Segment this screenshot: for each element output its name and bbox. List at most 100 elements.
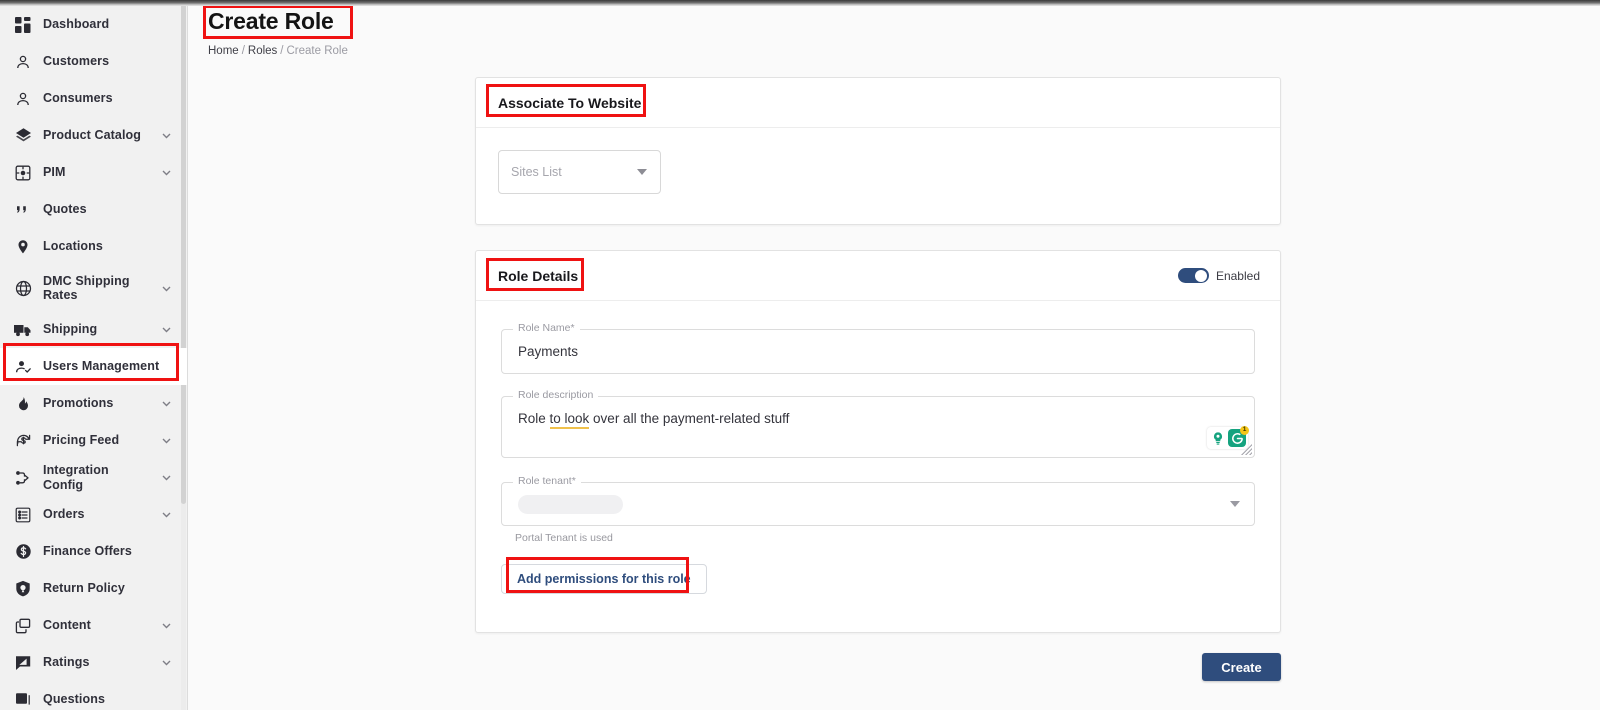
grammarly-idea-icon[interactable] [1209, 429, 1227, 447]
breadcrumb-home[interactable]: Home [208, 45, 239, 57]
grammarly-badge-count: 1 [1240, 426, 1249, 435]
page-title: Create Role [208, 8, 334, 34]
role-name-value: Payments [518, 344, 579, 359]
add-permissions-button[interactable]: Add permissions for this role [501, 564, 707, 594]
sidebar-item-label: Locations [43, 239, 103, 254]
chevron-down-icon[interactable] [159, 656, 173, 670]
role-description-box[interactable]: Role description Role to look over all t… [501, 390, 1255, 458]
user-icon [14, 90, 32, 108]
breadcrumb-roles[interactable]: Roles [248, 45, 277, 57]
associate-card-title: Associate To Website [498, 94, 642, 111]
associate-to-website-card: Associate To Website Sites List [475, 77, 1281, 225]
sidebar-item-label: DMC Shipping Rates [43, 273, 130, 302]
chevron-down-icon[interactable] [159, 508, 173, 522]
footer-actions: Create [1201, 653, 1281, 682]
breadcrumb-current: Create Role [286, 44, 348, 57]
sidebar-item-integration-config[interactable]: Integration Config [0, 459, 187, 496]
sidebar-item-customers[interactable]: Customers [0, 43, 187, 80]
sidebar-item-label: Dashboard [43, 17, 110, 32]
sidebar-item-users-management[interactable]: Users Management [0, 348, 187, 385]
chevron-down-icon[interactable] [159, 471, 173, 485]
chevron-down-icon[interactable] [159, 397, 173, 411]
sidebar-item-dmc-shipping-rates[interactable]: DMC Shipping Rates [0, 265, 187, 311]
sidebar-item-finance-offers[interactable]: Finance Offers [0, 533, 187, 570]
integration-icon [14, 469, 32, 487]
puzzle-icon [14, 164, 32, 182]
chevron-down-icon[interactable] [159, 281, 173, 295]
create-button[interactable]: Create [1202, 653, 1281, 681]
role-tenant-field[interactable]: Role tenant* Portal Tenant is used [501, 476, 1255, 544]
sidebar-item-label: Ratings [43, 655, 90, 670]
sidebar-item-label: Questions [43, 692, 106, 707]
role-tenant-loading-skeleton [518, 494, 623, 514]
browser-chrome-strip [0, 0, 1600, 6]
truck-icon [14, 321, 32, 339]
role-details-header: Role Details Enabled [476, 251, 1280, 301]
sidebar-item-quotes[interactable]: Quotes [0, 191, 187, 228]
sidebar-item-label: Content [43, 618, 91, 633]
toggle-switch[interactable] [1177, 268, 1209, 283]
breadcrumb-separator: / [280, 44, 284, 57]
list-icon [14, 506, 32, 524]
breadcrumb: Home / Roles / Create Role [208, 45, 1600, 57]
sidebar-item-label: Promotions [43, 396, 114, 411]
sidebar-item-label: Product Catalog [43, 128, 142, 143]
grammar-suggestion-underline: to look [549, 411, 590, 429]
chevron-down-icon[interactable] [159, 166, 173, 180]
role-name-box[interactable]: Role Name* Payments [501, 323, 1255, 374]
rating-icon [14, 654, 32, 672]
sidebar-item-return-policy[interactable]: Return Policy [0, 570, 187, 607]
app-root: Dashboard Customers Consumers Product Ca… [0, 0, 1600, 710]
sidebar-item-label: Users Management [43, 359, 160, 374]
role-tenant-box[interactable]: Role tenant* [501, 476, 1255, 526]
chevron-down-icon[interactable] [159, 619, 173, 633]
sidebar-item-shipping[interactable]: Shipping [0, 311, 187, 348]
user-check-icon [14, 358, 32, 376]
role-description-field[interactable]: Role description Role to look over all t… [501, 390, 1255, 458]
copy-icon [14, 617, 32, 635]
role-tenant-label: Role tenant* [513, 476, 581, 487]
map-pin-icon [14, 238, 32, 256]
enabled-toggle[interactable]: Enabled [1177, 268, 1260, 283]
price-refresh-icon [14, 432, 32, 450]
question-board-icon [14, 691, 32, 709]
sidebar-item-orders[interactable]: Orders [0, 496, 187, 533]
dollar-circle-icon [14, 543, 32, 561]
sidebar-item-dashboard[interactable]: Dashboard [0, 6, 187, 43]
sidebar-item-questions[interactable]: Questions [0, 681, 187, 710]
sidebar-item-label: Customers [43, 54, 110, 69]
dashboard-icon [14, 16, 32, 34]
associate-card-header: Associate To Website [476, 78, 1280, 128]
associate-card-body: Sites List [476, 128, 1280, 216]
page-header: Create Role Home / Roles / Create Role [188, 0, 1600, 57]
role-details-card: Role Details Enabled Role Name* Payments [475, 250, 1281, 633]
textarea-resize-handle[interactable] [1240, 443, 1252, 455]
chevron-down-icon[interactable] [159, 323, 173, 337]
role-details-body: Role Name* Payments Role description Rol… [476, 301, 1280, 594]
sidebar-item-locations[interactable]: Locations [0, 228, 187, 265]
chevron-down-icon[interactable] [1230, 501, 1240, 507]
quote-icon [14, 201, 32, 219]
sidebar-item-label: Consumers [43, 91, 113, 106]
sidebar-item-pricing-feed[interactable]: Pricing Feed [0, 422, 187, 459]
sites-list-placeholder: Sites List [511, 165, 562, 179]
sidebar-item-consumers[interactable]: Consumers [0, 80, 187, 117]
sidebar-item-label: Finance Offers [43, 544, 132, 559]
sidebar-item-ratings[interactable]: Ratings [0, 644, 187, 681]
sidebar-item-label: Quotes [43, 202, 87, 217]
user-icon [14, 53, 32, 71]
sidebar-item-product-catalog[interactable]: Product Catalog [0, 117, 187, 154]
sidebar-item-promotions[interactable]: Promotions [0, 385, 187, 422]
role-description-value: Role to look over all the payment-relate… [502, 411, 1254, 429]
breadcrumb-separator: / [241, 44, 245, 57]
chevron-down-icon [637, 169, 647, 175]
shield-icon [14, 580, 32, 598]
role-name-field[interactable]: Role Name* Payments [501, 323, 1255, 374]
chevron-down-icon[interactable] [159, 129, 173, 143]
role-name-label: Role Name* [513, 323, 580, 334]
sidebar-item-content[interactable]: Content [0, 607, 187, 644]
sidebar-item-label: PIM [43, 165, 66, 180]
chevron-down-icon[interactable] [159, 434, 173, 448]
sidebar-item-pim[interactable]: PIM [0, 154, 187, 191]
sites-list-select[interactable]: Sites List [498, 150, 661, 194]
